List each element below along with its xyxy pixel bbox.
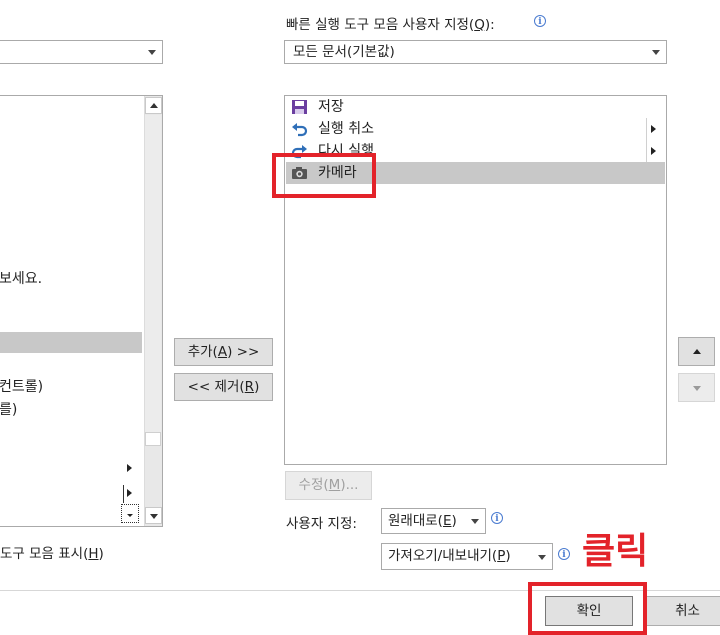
arrow-up-icon (150, 103, 158, 108)
click-annotation: 클릭 (582, 531, 649, 572)
left-list-text-2: 컨트롤) (0, 379, 44, 395)
info-icon: i (558, 548, 570, 560)
qat-item-undo[interactable]: 실행 취소 (286, 118, 665, 140)
move-down-button[interactable] (678, 373, 715, 402)
arrow-down-icon (150, 514, 158, 519)
scroll-thumb[interactable] (145, 115, 161, 433)
chevron-down-icon (471, 519, 479, 524)
qat-scope-value: 모든 문서(기본값) (293, 44, 395, 60)
save-icon (292, 100, 307, 114)
remove-button[interactable]: << 제거(R) (174, 373, 273, 401)
left-list-text-1: 보세요. (0, 271, 43, 287)
chevron-down-icon (652, 50, 660, 55)
left-list-focus-item[interactable] (121, 504, 139, 523)
left-commands-dropdown[interactable] (0, 40, 163, 64)
scroll-down-button[interactable] (145, 507, 162, 524)
qat-scope-dropdown[interactable]: 모든 문서(기본값) (284, 40, 667, 64)
arrow-up-icon (693, 349, 701, 354)
left-list-selected-row[interactable] (0, 332, 142, 353)
left-list-submenu-2 (123, 485, 124, 503)
submenu-arrow-icon[interactable] (646, 118, 661, 140)
camera-highlight-box (272, 153, 376, 198)
qat-item-label: 실행 취소 (318, 121, 374, 137)
info-icon: i (534, 15, 546, 27)
qat-commands-list[interactable]: 저장 실행 취소 다시 실행 카메라 (284, 95, 667, 465)
left-list-scrollbar[interactable] (144, 96, 162, 526)
qat-item-save[interactable]: 저장 (286, 96, 665, 118)
qat-item-label: 저장 (318, 99, 344, 115)
left-commands-list[interactable]: 보세요. 컨트롤) 를) (0, 95, 163, 527)
move-up-button[interactable] (678, 337, 715, 366)
arrow-down-icon (693, 386, 701, 391)
scroll-track-marker (145, 432, 161, 446)
chevron-down-icon (148, 50, 156, 55)
left-list-submenu-1 (127, 463, 135, 473)
info-icon: i (491, 512, 503, 524)
cancel-button[interactable]: 취소 (645, 596, 720, 626)
undo-icon (292, 123, 308, 137)
customize-qat-header: 빠른 실행 도구 모음 사용자 지정(Q): (286, 17, 495, 33)
modify-button[interactable]: 수정(M)... (285, 471, 372, 500)
left-list-text-3: 를) (0, 402, 18, 418)
add-button[interactable]: 추가(A) >> (174, 338, 273, 366)
show-below-ribbon-label[interactable]: 도구 모음 표시(H) (0, 542, 104, 562)
scroll-up-button[interactable] (145, 97, 162, 114)
customize-label: 사용자 지정: (286, 516, 357, 532)
reset-dropdown[interactable]: 원래대로(E) (381, 508, 486, 534)
chevron-down-icon (538, 555, 546, 560)
import-export-dropdown[interactable]: 가져오기/내보내기(P) (381, 543, 553, 570)
ok-highlight-box (528, 582, 647, 635)
submenu-arrow-icon[interactable] (646, 140, 661, 162)
left-list-submenu-3 (127, 488, 135, 498)
